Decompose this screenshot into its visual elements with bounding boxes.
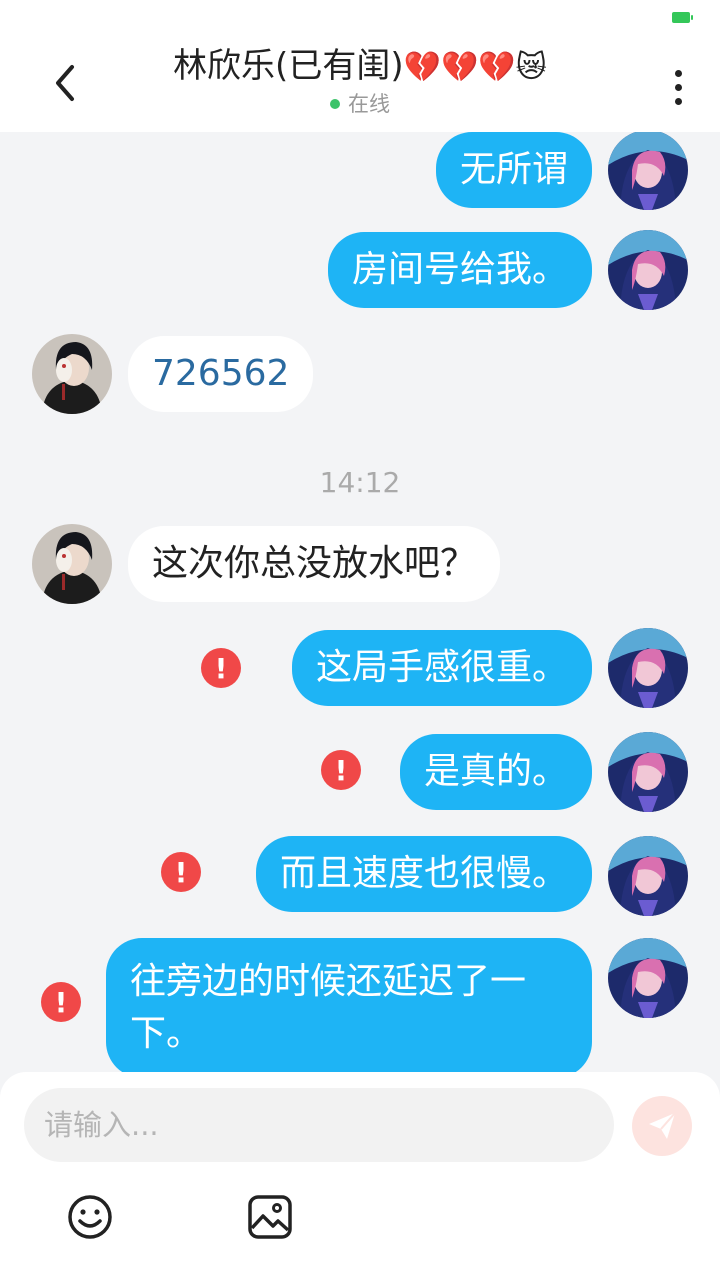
my-avatar[interactable] [608,132,688,210]
message-row: 房间号给我。 [0,228,720,312]
message-row: ! 是真的。 [0,730,720,814]
my-message-bubble[interactable]: 无所谓 [435,132,592,208]
my-message-bubble[interactable]: 往旁边的时候还延迟了一下。 [106,938,592,1072]
contact-name-text: 林欣乐(已有闺) [173,46,404,86]
chevron-left-icon [56,65,74,101]
my-avatar[interactable] [608,938,688,1018]
my-message-bubble[interactable]: 房间号给我。 [327,232,592,308]
message-row: ! 这局手感很重。 [0,626,720,710]
status-bar [0,0,720,36]
anime-girl-avatar-icon [608,132,688,210]
online-status: 在线 [110,92,610,116]
send-button[interactable] [632,1096,692,1156]
title-emojis: 💔💔💔😿 [403,50,547,85]
my-message-bubble[interactable]: 这局手感很重。 [291,630,592,706]
chat-header: 林欣乐(已有闺)💔💔💔😿 在线 [0,36,720,132]
anime-girl-avatar-icon [608,230,688,310]
alert-icon[interactable]: ! [201,648,241,688]
contact-avatar[interactable] [32,334,112,414]
masked-boy-avatar-icon [32,524,112,604]
message-row: ! 而且速度也很慢。 [0,834,720,918]
more-button[interactable] [658,62,698,112]
message-row: 无所谓 [0,132,720,216]
my-avatar[interactable] [608,230,688,310]
message-row: 这次你总没放水吧？ [0,522,720,606]
message-input[interactable] [24,1088,614,1162]
online-status-text: 在线 [348,92,390,116]
battery-icon [672,12,693,23]
more-dot-icon [674,69,682,77]
my-message-bubble[interactable]: 而且速度也很慢。 [255,836,592,912]
my-message-bubble[interactable]: 是真的。 [399,734,592,810]
anime-girl-avatar-icon [608,732,688,812]
anime-girl-avatar-icon [608,938,688,1018]
message-row: ! 往旁边的时候还延迟了一下。 [0,936,720,1072]
my-avatar[interactable] [608,836,688,916]
contact-message-bubble[interactable]: 726562 [128,336,314,412]
alert-icon[interactable]: ! [41,982,81,1022]
more-dot-icon [674,97,682,105]
emoji-button[interactable] [65,1192,115,1242]
contact-message-bubble[interactable]: 这次你总没放水吧？ [128,526,501,602]
my-avatar[interactable] [608,628,688,708]
smiley-icon [68,1195,112,1239]
masked-boy-avatar-icon [32,334,112,414]
composer-panel [0,1072,720,1280]
contact-info[interactable]: 林欣乐(已有闺)💔💔💔😿 在线 [110,42,610,116]
contact-name: 林欣乐(已有闺)💔💔💔😿 [110,42,610,92]
message-timestamp: 14:12 [319,466,401,499]
alert-icon[interactable]: ! [321,750,361,790]
image-icon [248,1195,292,1239]
online-dot-icon [330,99,340,109]
message-row: 726562 [0,332,720,416]
my-avatar[interactable] [608,732,688,812]
back-button[interactable] [40,58,90,108]
alert-icon[interactable]: ! [161,852,201,892]
contact-avatar[interactable] [32,524,112,604]
image-button[interactable] [245,1192,295,1242]
message-list[interactable]: 无所谓 房间号给我。 726562 14:12 这次你总没放水吧？ ! 这局手感… [0,132,720,1072]
anime-girl-avatar-icon [608,628,688,708]
more-dot-icon [674,83,682,91]
send-icon [649,1112,676,1139]
anime-girl-avatar-icon [608,836,688,916]
